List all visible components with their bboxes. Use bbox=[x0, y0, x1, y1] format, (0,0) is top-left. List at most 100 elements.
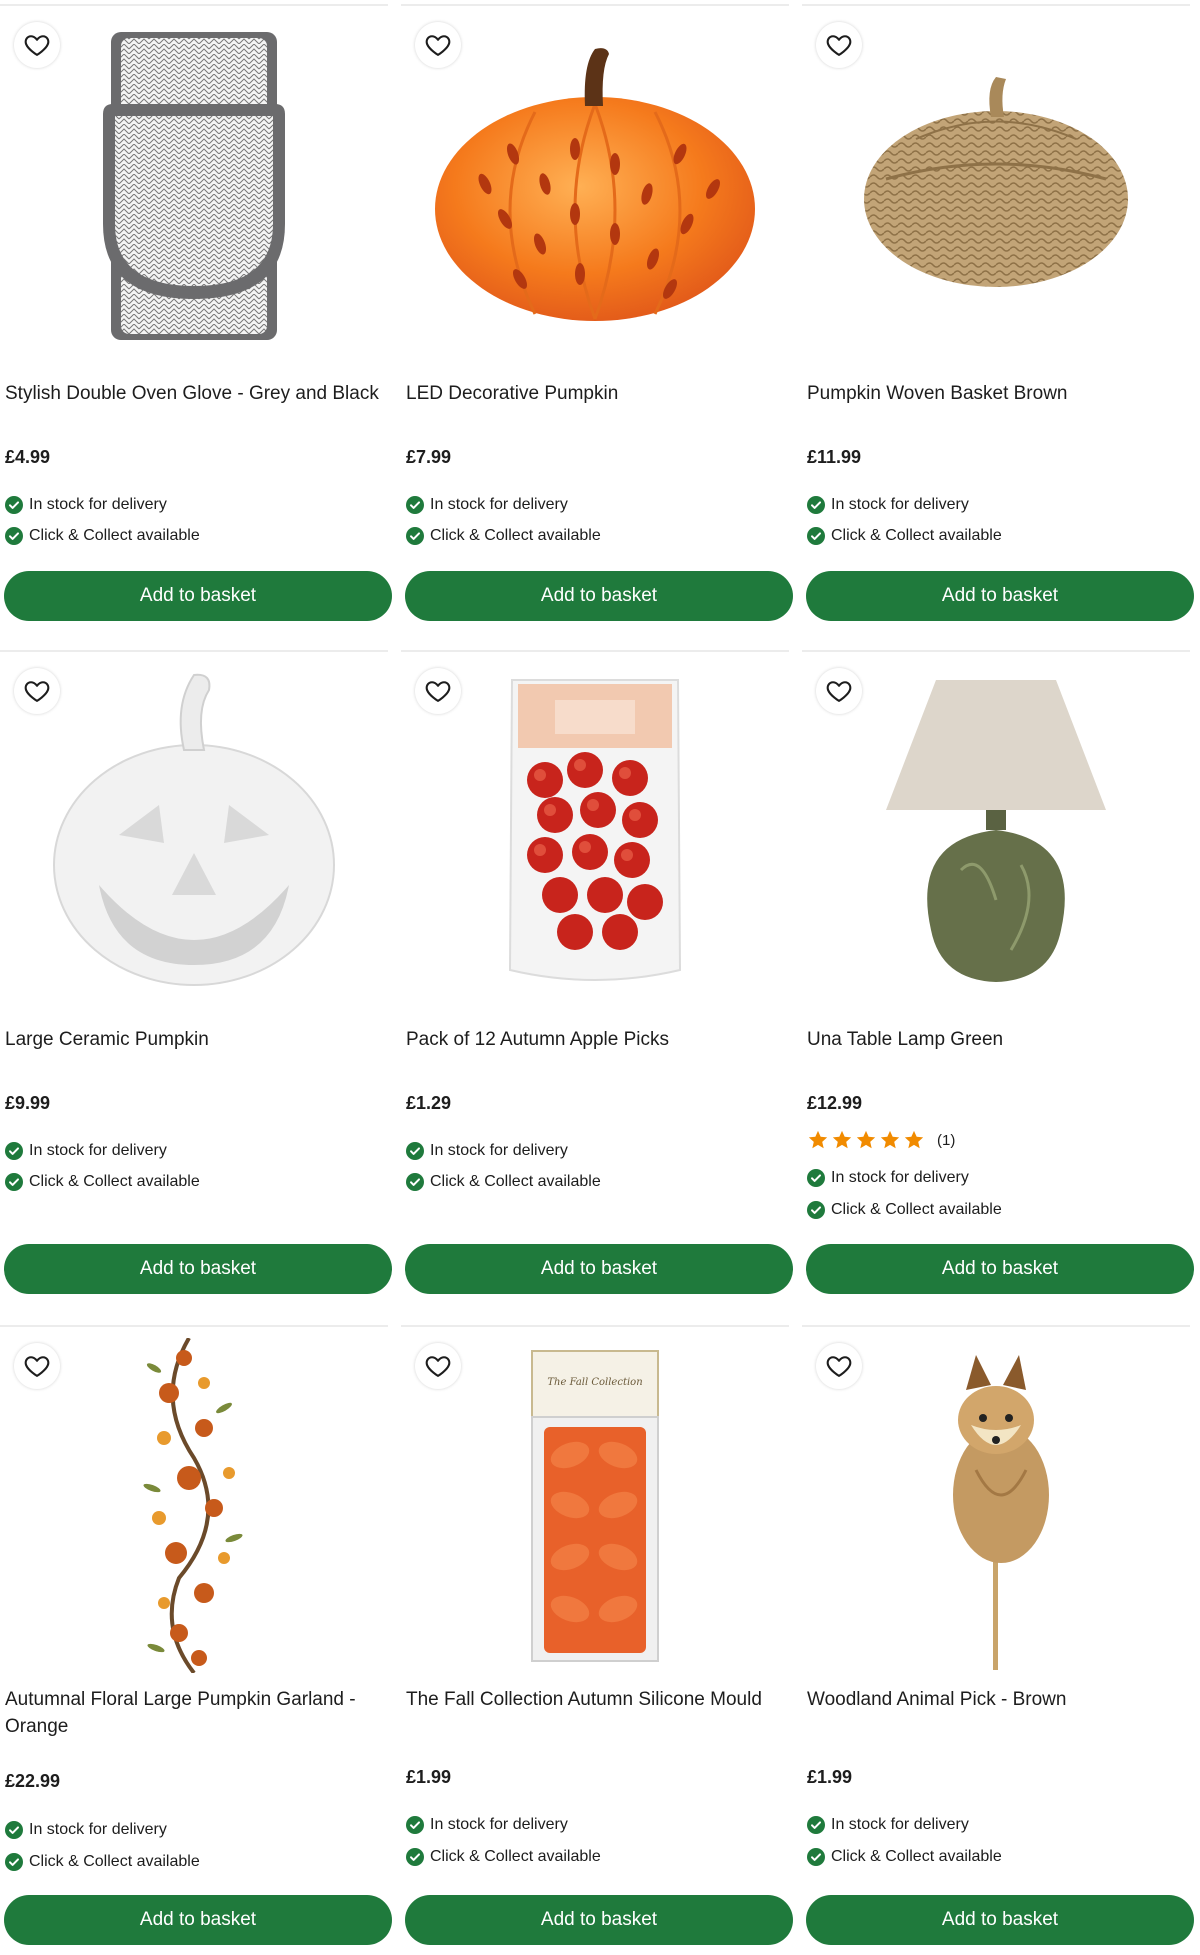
product-image[interactable] bbox=[0, 14, 388, 354]
wishlist-button[interactable] bbox=[14, 22, 60, 68]
product-title[interactable]: LED Decorative Pumpkin bbox=[406, 380, 789, 407]
add-to-basket-button[interactable]: Add to basket bbox=[4, 571, 392, 621]
product-title[interactable]: Una Table Lamp Green bbox=[807, 1026, 1190, 1053]
collect-status: Click & Collect available bbox=[807, 527, 1002, 545]
delivery-status: In stock for delivery bbox=[807, 496, 969, 514]
check-circle-icon bbox=[807, 1816, 825, 1834]
product-image[interactable] bbox=[0, 660, 388, 1000]
product-card: Una Table Lamp Green £12.99 (1) In stock… bbox=[802, 650, 1194, 1320]
wishlist-button[interactable] bbox=[816, 22, 862, 68]
wishlist-button[interactable] bbox=[415, 668, 461, 714]
wishlist-button[interactable] bbox=[816, 668, 862, 714]
product-price: £12.99 bbox=[807, 1093, 863, 1113]
product-image[interactable] bbox=[401, 660, 789, 1000]
star-icon bbox=[879, 1129, 901, 1151]
star-icon bbox=[855, 1129, 877, 1151]
delivery-status: In stock for delivery bbox=[406, 1816, 568, 1834]
delivery-text: In stock for delivery bbox=[430, 1142, 568, 1159]
star-icon bbox=[807, 1129, 829, 1151]
check-circle-icon bbox=[807, 527, 825, 545]
product-card: Autumnal Floral Large Pumpkin Garland - … bbox=[0, 1325, 392, 1955]
add-to-basket-button[interactable]: Add to basket bbox=[806, 1244, 1194, 1294]
add-to-basket-button[interactable]: Add to basket bbox=[4, 1244, 392, 1294]
check-circle-icon bbox=[5, 496, 23, 514]
add-to-basket-button[interactable]: Add to basket bbox=[806, 1895, 1194, 1945]
product-title[interactable]: Stylish Double Oven Glove - Grey and Bla… bbox=[5, 380, 388, 407]
check-circle-icon bbox=[5, 1142, 23, 1160]
delivery-text: In stock for delivery bbox=[430, 1816, 568, 1833]
delivery-text: In stock for delivery bbox=[831, 1816, 969, 1833]
heart-icon bbox=[424, 677, 452, 705]
collect-text: Click & Collect available bbox=[831, 1201, 1002, 1218]
delivery-text: In stock for delivery bbox=[29, 1821, 167, 1838]
product-price: £11.99 bbox=[807, 447, 862, 467]
collect-text: Click & Collect available bbox=[29, 1853, 200, 1870]
product-price: £9.99 bbox=[5, 1093, 51, 1113]
product-card: LED Decorative Pumpkin £7.99 In stock fo… bbox=[401, 4, 793, 624]
add-to-basket-button[interactable]: Add to basket bbox=[4, 1895, 392, 1945]
add-to-basket-button[interactable]: Add to basket bbox=[405, 1895, 793, 1945]
heart-icon bbox=[424, 31, 452, 59]
collect-status: Click & Collect available bbox=[5, 1173, 200, 1191]
collect-text: Click & Collect available bbox=[430, 1848, 601, 1865]
product-card: Pumpkin Woven Basket Brown £11.99 In sto… bbox=[802, 4, 1194, 624]
product-image[interactable] bbox=[401, 14, 789, 354]
product-title[interactable]: Autumnal Floral Large Pumpkin Garland - … bbox=[5, 1686, 385, 1740]
check-circle-icon bbox=[406, 527, 424, 545]
collect-status: Click & Collect available bbox=[807, 1201, 1002, 1219]
heart-icon bbox=[23, 31, 51, 59]
check-circle-icon bbox=[5, 527, 23, 545]
star-icon bbox=[903, 1129, 925, 1151]
check-circle-icon bbox=[807, 1169, 825, 1187]
product-image[interactable] bbox=[802, 14, 1190, 354]
check-circle-icon bbox=[807, 1848, 825, 1866]
add-to-basket-button[interactable]: Add to basket bbox=[806, 571, 1194, 621]
product-image[interactable] bbox=[0, 1335, 388, 1675]
check-circle-icon bbox=[406, 496, 424, 514]
delivery-status: In stock for delivery bbox=[5, 1142, 167, 1160]
product-image[interactable] bbox=[802, 660, 1190, 1000]
product-rating[interactable]: (1) bbox=[807, 1129, 955, 1151]
wishlist-button[interactable] bbox=[14, 1343, 60, 1389]
check-circle-icon bbox=[807, 1201, 825, 1219]
wishlist-button[interactable] bbox=[415, 22, 461, 68]
heart-icon bbox=[424, 1352, 452, 1380]
product-card: Woodland Animal Pick - Brown £1.99 In st… bbox=[802, 1325, 1194, 1955]
add-to-basket-button[interactable]: Add to basket bbox=[405, 1244, 793, 1294]
product-title[interactable]: Pumpkin Woven Basket Brown bbox=[807, 380, 1190, 407]
heart-icon bbox=[825, 1352, 853, 1380]
check-circle-icon bbox=[807, 496, 825, 514]
product-image[interactable]: The Fall Collection bbox=[401, 1335, 789, 1675]
check-circle-icon bbox=[5, 1853, 23, 1871]
rating-count: (1) bbox=[937, 1131, 956, 1149]
delivery-status: In stock for delivery bbox=[406, 1142, 568, 1160]
product-title[interactable]: Large Ceramic Pumpkin bbox=[5, 1026, 388, 1053]
wishlist-button[interactable] bbox=[816, 1343, 862, 1389]
delivery-status: In stock for delivery bbox=[807, 1169, 969, 1187]
delivery-status: In stock for delivery bbox=[807, 1816, 969, 1834]
product-card: The Fall Collection The Fall Collection … bbox=[401, 1325, 793, 1955]
collect-status: Click & Collect available bbox=[807, 1848, 1002, 1866]
star-icon bbox=[831, 1129, 853, 1151]
collect-text: Click & Collect available bbox=[29, 527, 200, 544]
delivery-status: In stock for delivery bbox=[5, 1821, 167, 1839]
heart-icon bbox=[23, 1352, 51, 1380]
collect-status: Click & Collect available bbox=[5, 1853, 200, 1871]
product-title[interactable]: Woodland Animal Pick - Brown bbox=[807, 1686, 1190, 1713]
check-circle-icon bbox=[406, 1848, 424, 1866]
product-card: Stylish Double Oven Glove - Grey and Bla… bbox=[0, 4, 392, 624]
collect-text: Click & Collect available bbox=[430, 527, 601, 544]
product-price: £4.99 bbox=[5, 447, 51, 467]
wishlist-button[interactable] bbox=[415, 1343, 461, 1389]
check-circle-icon bbox=[5, 1173, 23, 1191]
heart-icon bbox=[825, 677, 853, 705]
check-circle-icon bbox=[406, 1142, 424, 1160]
check-circle-icon bbox=[5, 1821, 23, 1839]
add-to-basket-button[interactable]: Add to basket bbox=[405, 571, 793, 621]
delivery-text: In stock for delivery bbox=[29, 1142, 167, 1159]
product-title[interactable]: Pack of 12 Autumn Apple Picks bbox=[406, 1026, 789, 1053]
product-title[interactable]: The Fall Collection Autumn Silicone Moul… bbox=[406, 1686, 789, 1713]
product-image[interactable] bbox=[802, 1335, 1190, 1675]
collect-text: Click & Collect available bbox=[831, 527, 1002, 544]
wishlist-button[interactable] bbox=[14, 668, 60, 714]
